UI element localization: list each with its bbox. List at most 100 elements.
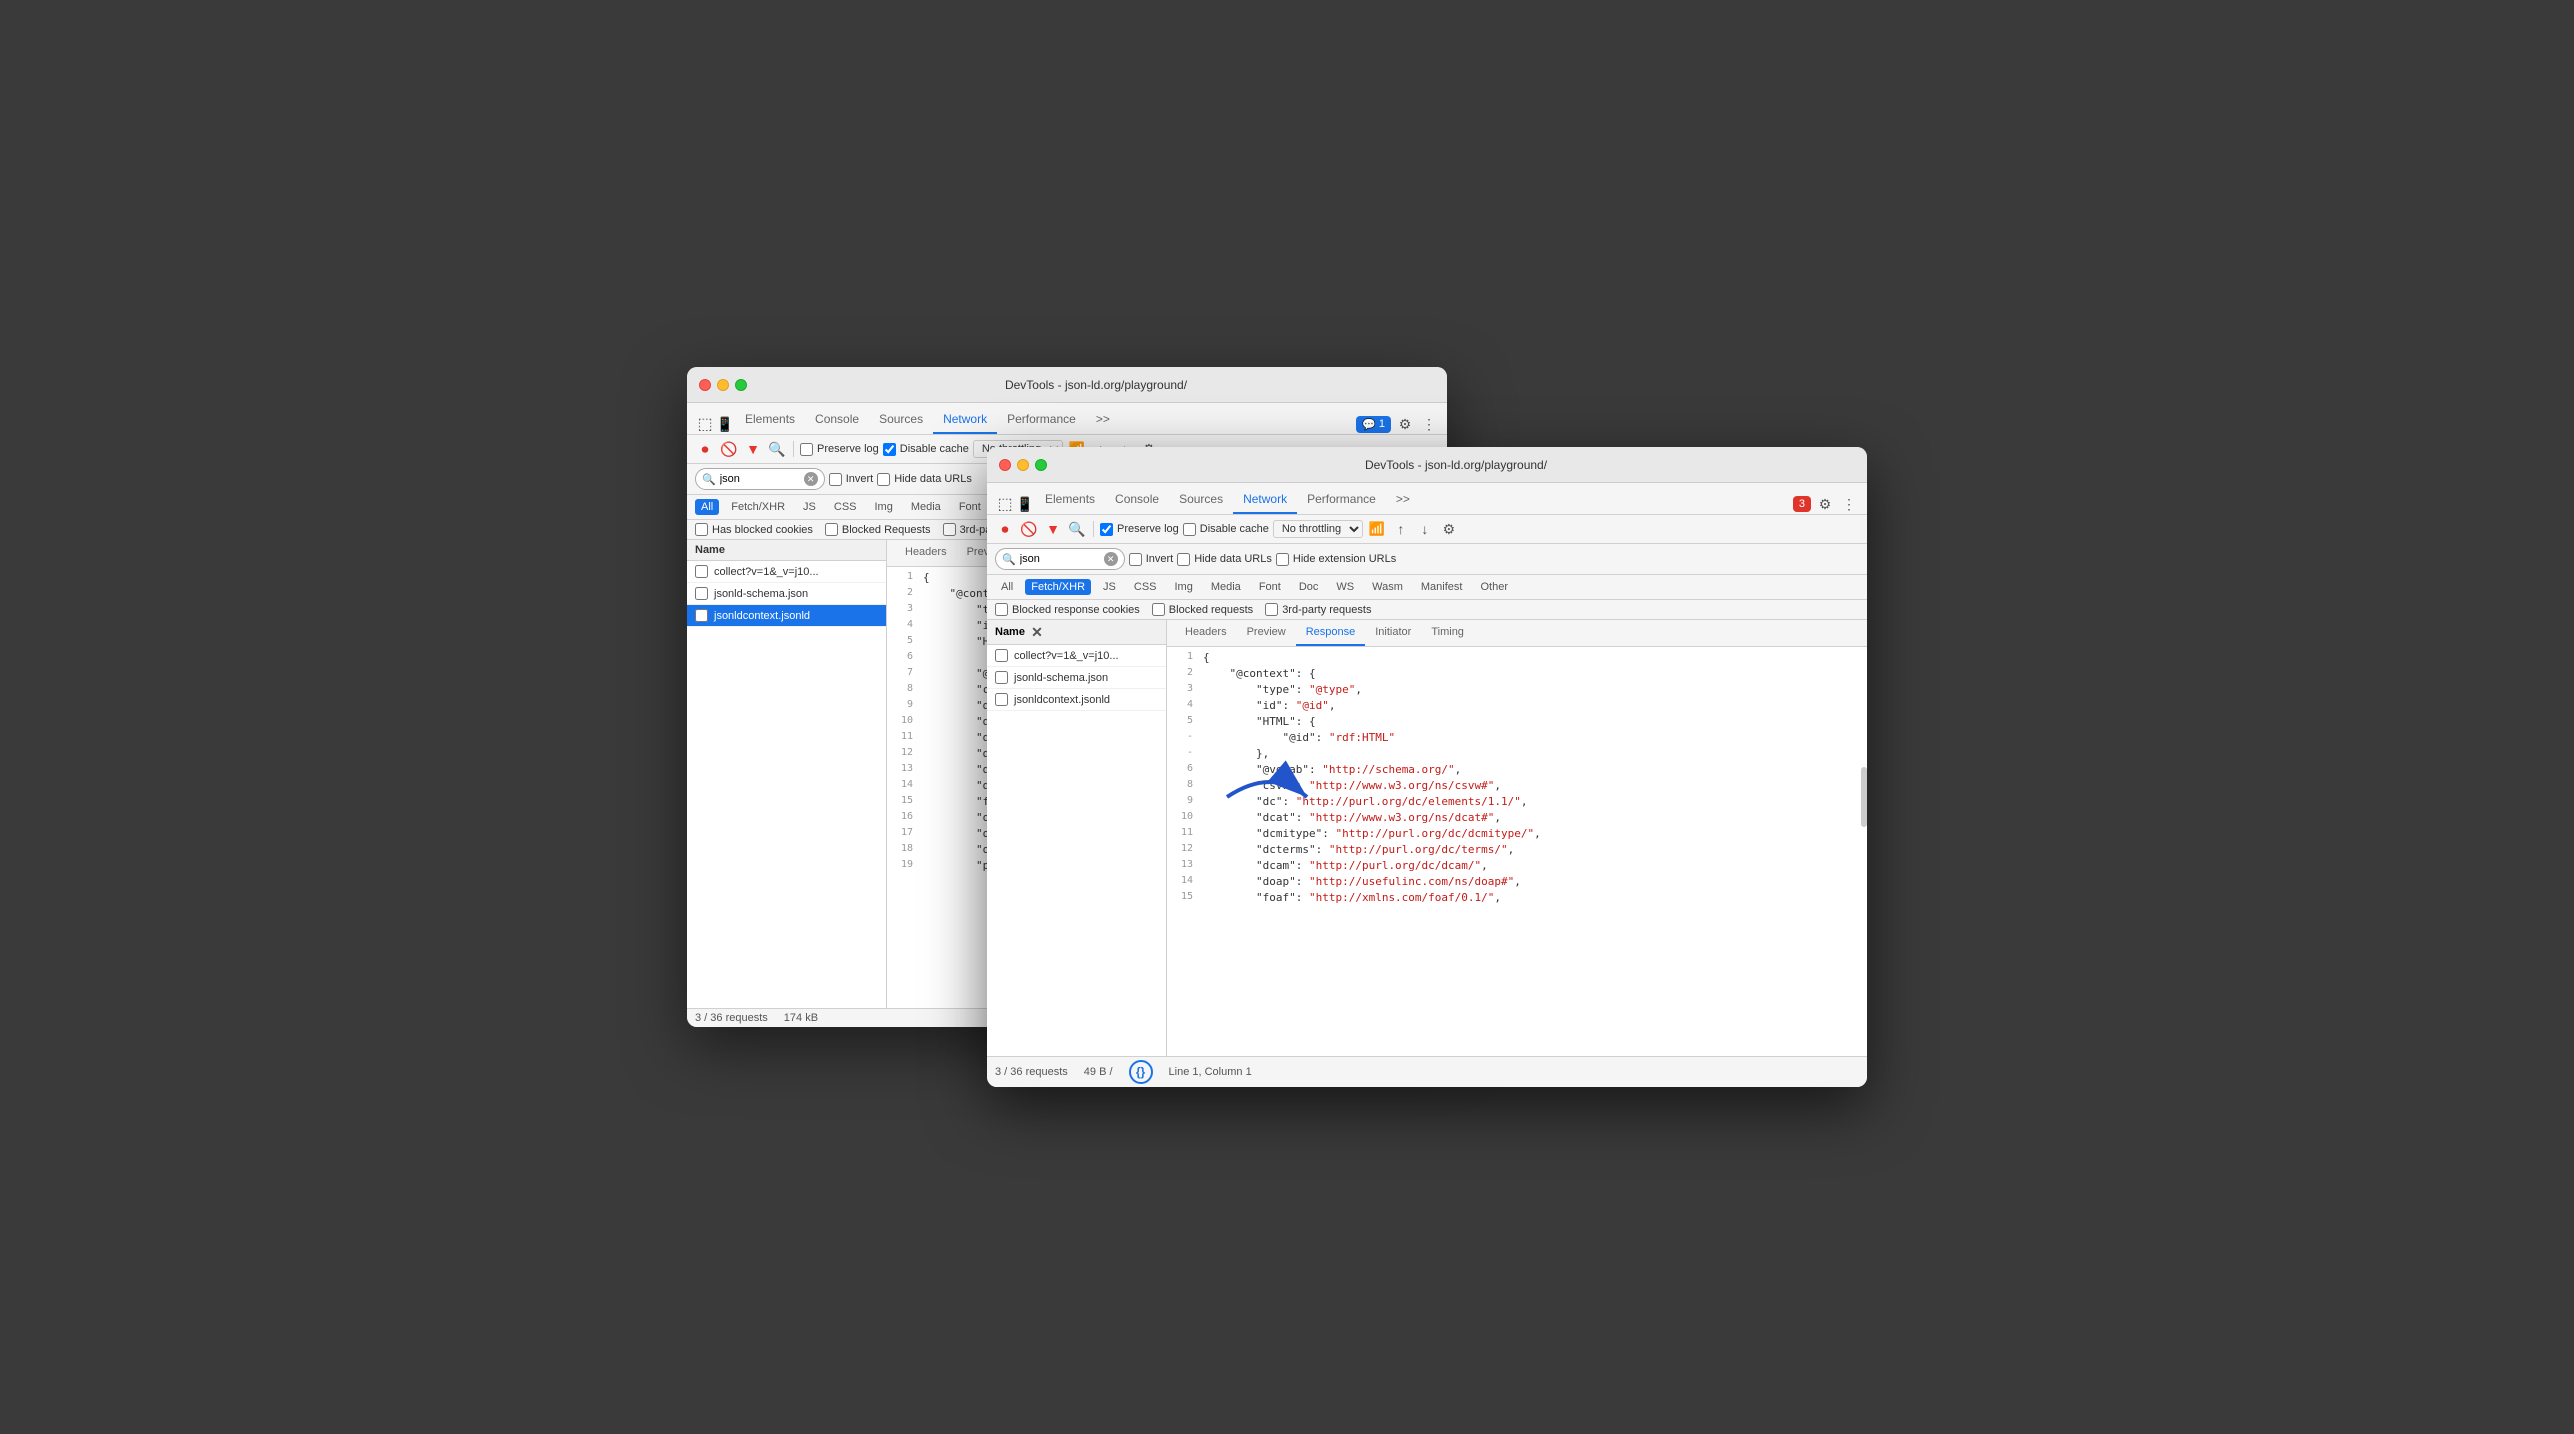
close-button-back[interactable]	[699, 379, 711, 391]
clear-button-back[interactable]: 🚫	[719, 439, 739, 459]
disable-cache-check-back[interactable]: Disable cache	[883, 443, 969, 456]
tab-console-back[interactable]: Console	[805, 406, 869, 434]
preserve-log-check-front[interactable]: Preserve log	[1100, 523, 1179, 536]
search-box-back[interactable]: 🔍 ✕	[695, 468, 825, 490]
filter-css-back[interactable]: CSS	[828, 499, 863, 515]
format-badge[interactable]: {}	[1129, 1060, 1153, 1084]
disable-cache-check-front[interactable]: Disable cache	[1183, 523, 1269, 536]
invert-check-back[interactable]: Invert	[829, 473, 874, 486]
scrollbar-thumb[interactable]	[1861, 767, 1867, 827]
search-box-front[interactable]: 🔍 ✕	[995, 548, 1125, 570]
tab-elements-front[interactable]: Elements	[1035, 486, 1105, 514]
hide-data-check-front[interactable]: Hide data URLs	[1177, 553, 1272, 566]
tab-sources-back[interactable]: Sources	[869, 406, 933, 434]
hide-data-check-back[interactable]: Hide data URLs	[877, 473, 972, 486]
filter-button-back[interactable]: ▼	[743, 439, 763, 459]
filter-ws-front[interactable]: WS	[1330, 579, 1360, 595]
filter-js-back[interactable]: JS	[797, 499, 822, 515]
filter-css-front[interactable]: CSS	[1128, 579, 1163, 595]
tab-console-front[interactable]: Console	[1105, 486, 1169, 514]
filter-wasm-front[interactable]: Wasm	[1366, 579, 1409, 595]
inspect-icon[interactable]: ⬚	[695, 414, 715, 434]
tab-performance-back[interactable]: Performance	[997, 406, 1086, 434]
upload-icon-front[interactable]: ↑	[1391, 519, 1411, 539]
tab-network-back[interactable]: Network	[933, 406, 997, 434]
file-item-3-back[interactable]: jsonldcontext.jsonld	[687, 605, 886, 627]
blocked-response-check[interactable]: Blocked response cookies	[995, 603, 1140, 616]
file-item-1-front[interactable]: collect?v=1&_v=j10...	[987, 645, 1166, 667]
device-icon[interactable]: 📱	[715, 414, 735, 434]
tab-more-back[interactable]: >>	[1086, 406, 1120, 434]
panel-tab-response-front[interactable]: Response	[1296, 620, 1366, 646]
zoom-button-back[interactable]	[735, 379, 747, 391]
tab-more-front[interactable]: >>	[1386, 486, 1420, 514]
search-input-front[interactable]	[1020, 553, 1100, 565]
filter-xhr-back[interactable]: Fetch/XHR	[725, 499, 791, 515]
panel-tab-timing-front[interactable]: Timing	[1421, 620, 1474, 646]
panel-tab-headers-front[interactable]: Headers	[1175, 620, 1237, 646]
file-item-2-front[interactable]: jsonld-schema.json	[987, 667, 1166, 689]
hide-ext-check-front[interactable]: Hide extension URLs	[1276, 553, 1396, 566]
minimize-button-back[interactable]	[717, 379, 729, 391]
panel-tab-preview-front[interactable]: Preview	[1237, 620, 1296, 646]
notification-badge: 💬1	[1356, 416, 1391, 433]
download-icon-front[interactable]: ↓	[1415, 519, 1435, 539]
panel-tab-headers-back[interactable]: Headers	[895, 540, 957, 566]
search-clear-back[interactable]: ✕	[804, 472, 818, 486]
blocked-requests-check[interactable]: Blocked Requests	[825, 523, 931, 536]
tab-sources-front[interactable]: Sources	[1169, 486, 1233, 514]
filter-font-front[interactable]: Font	[1253, 579, 1287, 595]
close-panel-icon[interactable]: ✕	[1029, 624, 1045, 640]
throttle-select-front[interactable]: No throttling	[1273, 520, 1363, 538]
blocked-requests-check-front[interactable]: Blocked requests	[1152, 603, 1253, 616]
filter-font-back[interactable]: Font	[953, 499, 987, 515]
filter-img-back[interactable]: Img	[869, 499, 899, 515]
file-item-2-back[interactable]: jsonld-schema.json	[687, 583, 886, 605]
search-toggle-front[interactable]: 🔍	[1067, 519, 1087, 539]
settings-icon-front[interactable]: ⚙	[1815, 494, 1835, 514]
size-back: 174 kB	[784, 1012, 818, 1024]
more-icon-back[interactable]: ⋮	[1419, 414, 1439, 434]
filter-all-back[interactable]: All	[695, 499, 719, 515]
panel-tab-initiator-front[interactable]: Initiator	[1365, 620, 1421, 646]
third-party-check-front[interactable]: 3rd-party requests	[1265, 603, 1371, 616]
preserve-log-check-back[interactable]: Preserve log	[800, 443, 879, 456]
filter-other-front[interactable]: Other	[1474, 579, 1514, 595]
settings2-icon-front[interactable]: ⚙	[1439, 519, 1459, 539]
filter-media-back[interactable]: Media	[905, 499, 947, 515]
file-item-3-front[interactable]: jsonldcontext.jsonld	[987, 689, 1166, 711]
search-input-back[interactable]	[720, 473, 800, 485]
filter-doc-front[interactable]: Doc	[1293, 579, 1325, 595]
inspect-icon-front[interactable]: ⬚	[995, 494, 1015, 514]
invert-check-front[interactable]: Invert	[1129, 553, 1174, 566]
settings-icon-back[interactable]: ⚙	[1395, 414, 1415, 434]
record-button-front[interactable]: ⏺	[995, 519, 1015, 539]
record-button-back[interactable]: ⏺	[695, 439, 715, 459]
search-icon-back: 🔍	[702, 473, 716, 486]
search-row-front: 🔍 ✕ Invert Hide data URLs Hide extension…	[987, 544, 1867, 575]
tab-performance-front[interactable]: Performance	[1297, 486, 1386, 514]
close-button-front[interactable]	[999, 459, 1011, 471]
filter-img-front[interactable]: Img	[1169, 579, 1199, 595]
tab-network-front[interactable]: Network	[1233, 486, 1297, 514]
device-icon-front[interactable]: 📱	[1015, 494, 1035, 514]
tab-elements-back[interactable]: Elements	[735, 406, 805, 434]
search-clear-front[interactable]: ✕	[1104, 552, 1118, 566]
titlebar-back: DevTools - json-ld.org/playground/	[687, 367, 1447, 403]
minimize-button-front[interactable]	[1017, 459, 1029, 471]
file-item-1-back[interactable]: collect?v=1&_v=j10...	[687, 561, 886, 583]
zoom-button-front[interactable]	[1035, 459, 1047, 471]
filter-button-front[interactable]: ▼	[1043, 519, 1063, 539]
filter-all-front[interactable]: All	[995, 579, 1019, 595]
filter-media-front[interactable]: Media	[1205, 579, 1247, 595]
filter-js-front[interactable]: JS	[1097, 579, 1122, 595]
more-icon-front[interactable]: ⋮	[1839, 494, 1859, 514]
f-line-14: 14 "doap": "http://usefulinc.com/ns/doap…	[1167, 875, 1867, 891]
f-line-3: 3 "type": "@type",	[1167, 683, 1867, 699]
filter-manifest-front[interactable]: Manifest	[1415, 579, 1469, 595]
filter-xhr-front[interactable]: Fetch/XHR	[1025, 579, 1091, 595]
has-blocked-cookies-check[interactable]: Has blocked cookies	[695, 523, 813, 536]
traffic-lights-front	[999, 459, 1047, 471]
clear-button-front[interactable]: 🚫	[1019, 519, 1039, 539]
search-toggle-back[interactable]: 🔍	[767, 439, 787, 459]
